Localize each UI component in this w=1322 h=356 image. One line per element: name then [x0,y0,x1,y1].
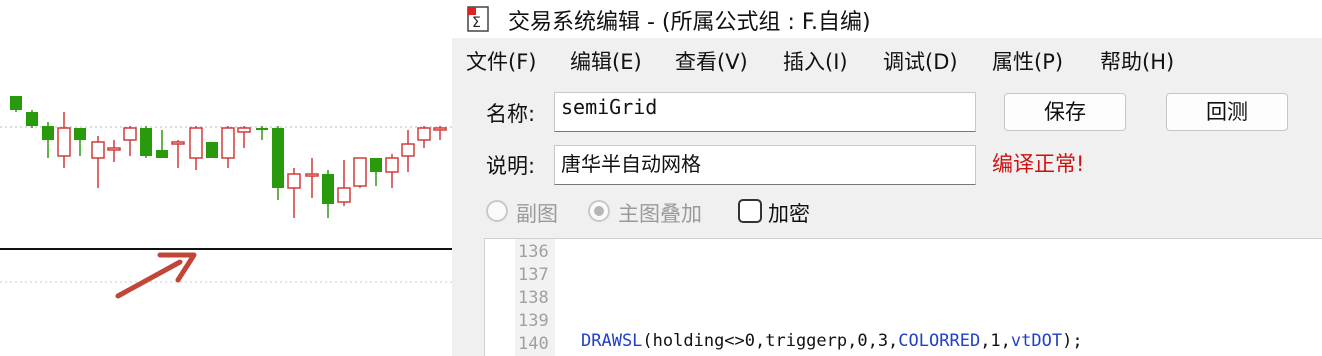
candle-down [156,150,168,158]
code-function: DRAWSL [581,331,643,351]
candle-up [123,127,137,141]
candle-up [91,141,105,159]
code-style-const: vtDOT [1010,331,1063,351]
line-number: 140 [518,334,549,354]
compile-status: 编译正常! [992,152,1085,176]
code-args-mid: ,1, [980,331,1011,351]
candle-down [26,112,38,126]
menu-file[interactable]: 文件(F) [466,46,536,76]
candle-up [417,127,431,141]
radio-main-overlay-label: 主图叠加 [618,202,702,226]
candle-up [305,173,319,177]
line-number: 136 [518,242,549,262]
line-number: 137 [518,265,549,285]
encrypt-checkbox-label: 加密 [768,202,810,226]
name-label: 名称: [486,102,536,126]
line-number: 138 [518,288,549,308]
candle-down [206,142,218,158]
menu-debug[interactable]: 调试(D) [883,46,958,76]
line-number: 139 [518,311,549,331]
candle-down [256,128,268,130]
menu-help[interactable]: 帮助(H) [1100,46,1174,76]
menu-properties[interactable]: 属性(P) [992,46,1063,76]
encrypt-checkbox[interactable] [738,199,762,223]
window-title: 交易系统编辑 - (所属公式组 : F.自编) [508,10,871,35]
menu-edit[interactable]: 编辑(E) [570,46,642,76]
candle-up [353,157,367,187]
candle-down [322,174,334,204]
candle-up [287,173,301,189]
code-args: (holding<>0,triggerp,0,3, [642,331,899,351]
candle-up [189,127,203,159]
candle-up [237,127,251,133]
backtest-button[interactable]: 回测 [1166,93,1288,131]
candle-up [171,141,185,145]
description-label: 说明: [486,154,536,178]
description-input[interactable]: 唐华半自动网格 [554,145,976,185]
annotation-arrow-icon [115,252,197,299]
candle-down [74,128,86,140]
kline-chart [0,96,452,299]
line-number-gutter: 136 137 138 139 140 [515,239,555,356]
candle-up [385,157,399,173]
menu-view[interactable]: 查看(V) [675,46,748,76]
candle-up [57,127,71,157]
candle-down [272,128,284,188]
menu-insert[interactable]: 插入(I) [783,46,848,76]
radio-sub-chart-label: 副图 [516,202,558,226]
code-line-140[interactable]: DRAWSL(holding<>0,triggerp,0,3,COLORRED,… [581,331,1083,351]
candle-up [221,127,235,159]
code-close: ); [1062,331,1083,351]
candles-group [10,96,447,218]
save-button[interactable]: 保存 [1004,93,1126,131]
candle-down [140,128,152,156]
candle-up [401,143,415,157]
kline-chart-pane[interactable] [0,0,452,356]
formula-editor-window: Σ 交易系统编辑 - (所属公式组 : F.自编) 文件(F) 编辑(E) 查看… [452,0,1322,356]
candle-up [337,187,351,203]
name-input[interactable]: semiGrid [554,92,976,132]
menu-bar: 文件(F) 编辑(E) 查看(V) 插入(I) 调试(D) 属性(P) 帮助(H… [452,40,1322,80]
candle-up [433,127,447,131]
code-color-const: COLORRED [898,331,981,351]
candle-down [10,96,22,110]
radio-sub-chart[interactable] [486,200,508,222]
code-editor[interactable]: 136 137 138 139 140 DRAWSL(holding<>0,tr… [484,238,1322,356]
radio-main-overlay[interactable] [588,200,610,222]
candle-down [42,126,54,140]
candle-up [107,147,121,151]
formula-editor-icon: Σ [467,6,489,32]
title-bar: Σ 交易系统编辑 - (所属公式组 : F.自编) [452,0,1322,38]
svg-text:Σ: Σ [472,15,481,31]
radio-selected-dot [594,206,604,216]
candle-down [370,158,382,172]
